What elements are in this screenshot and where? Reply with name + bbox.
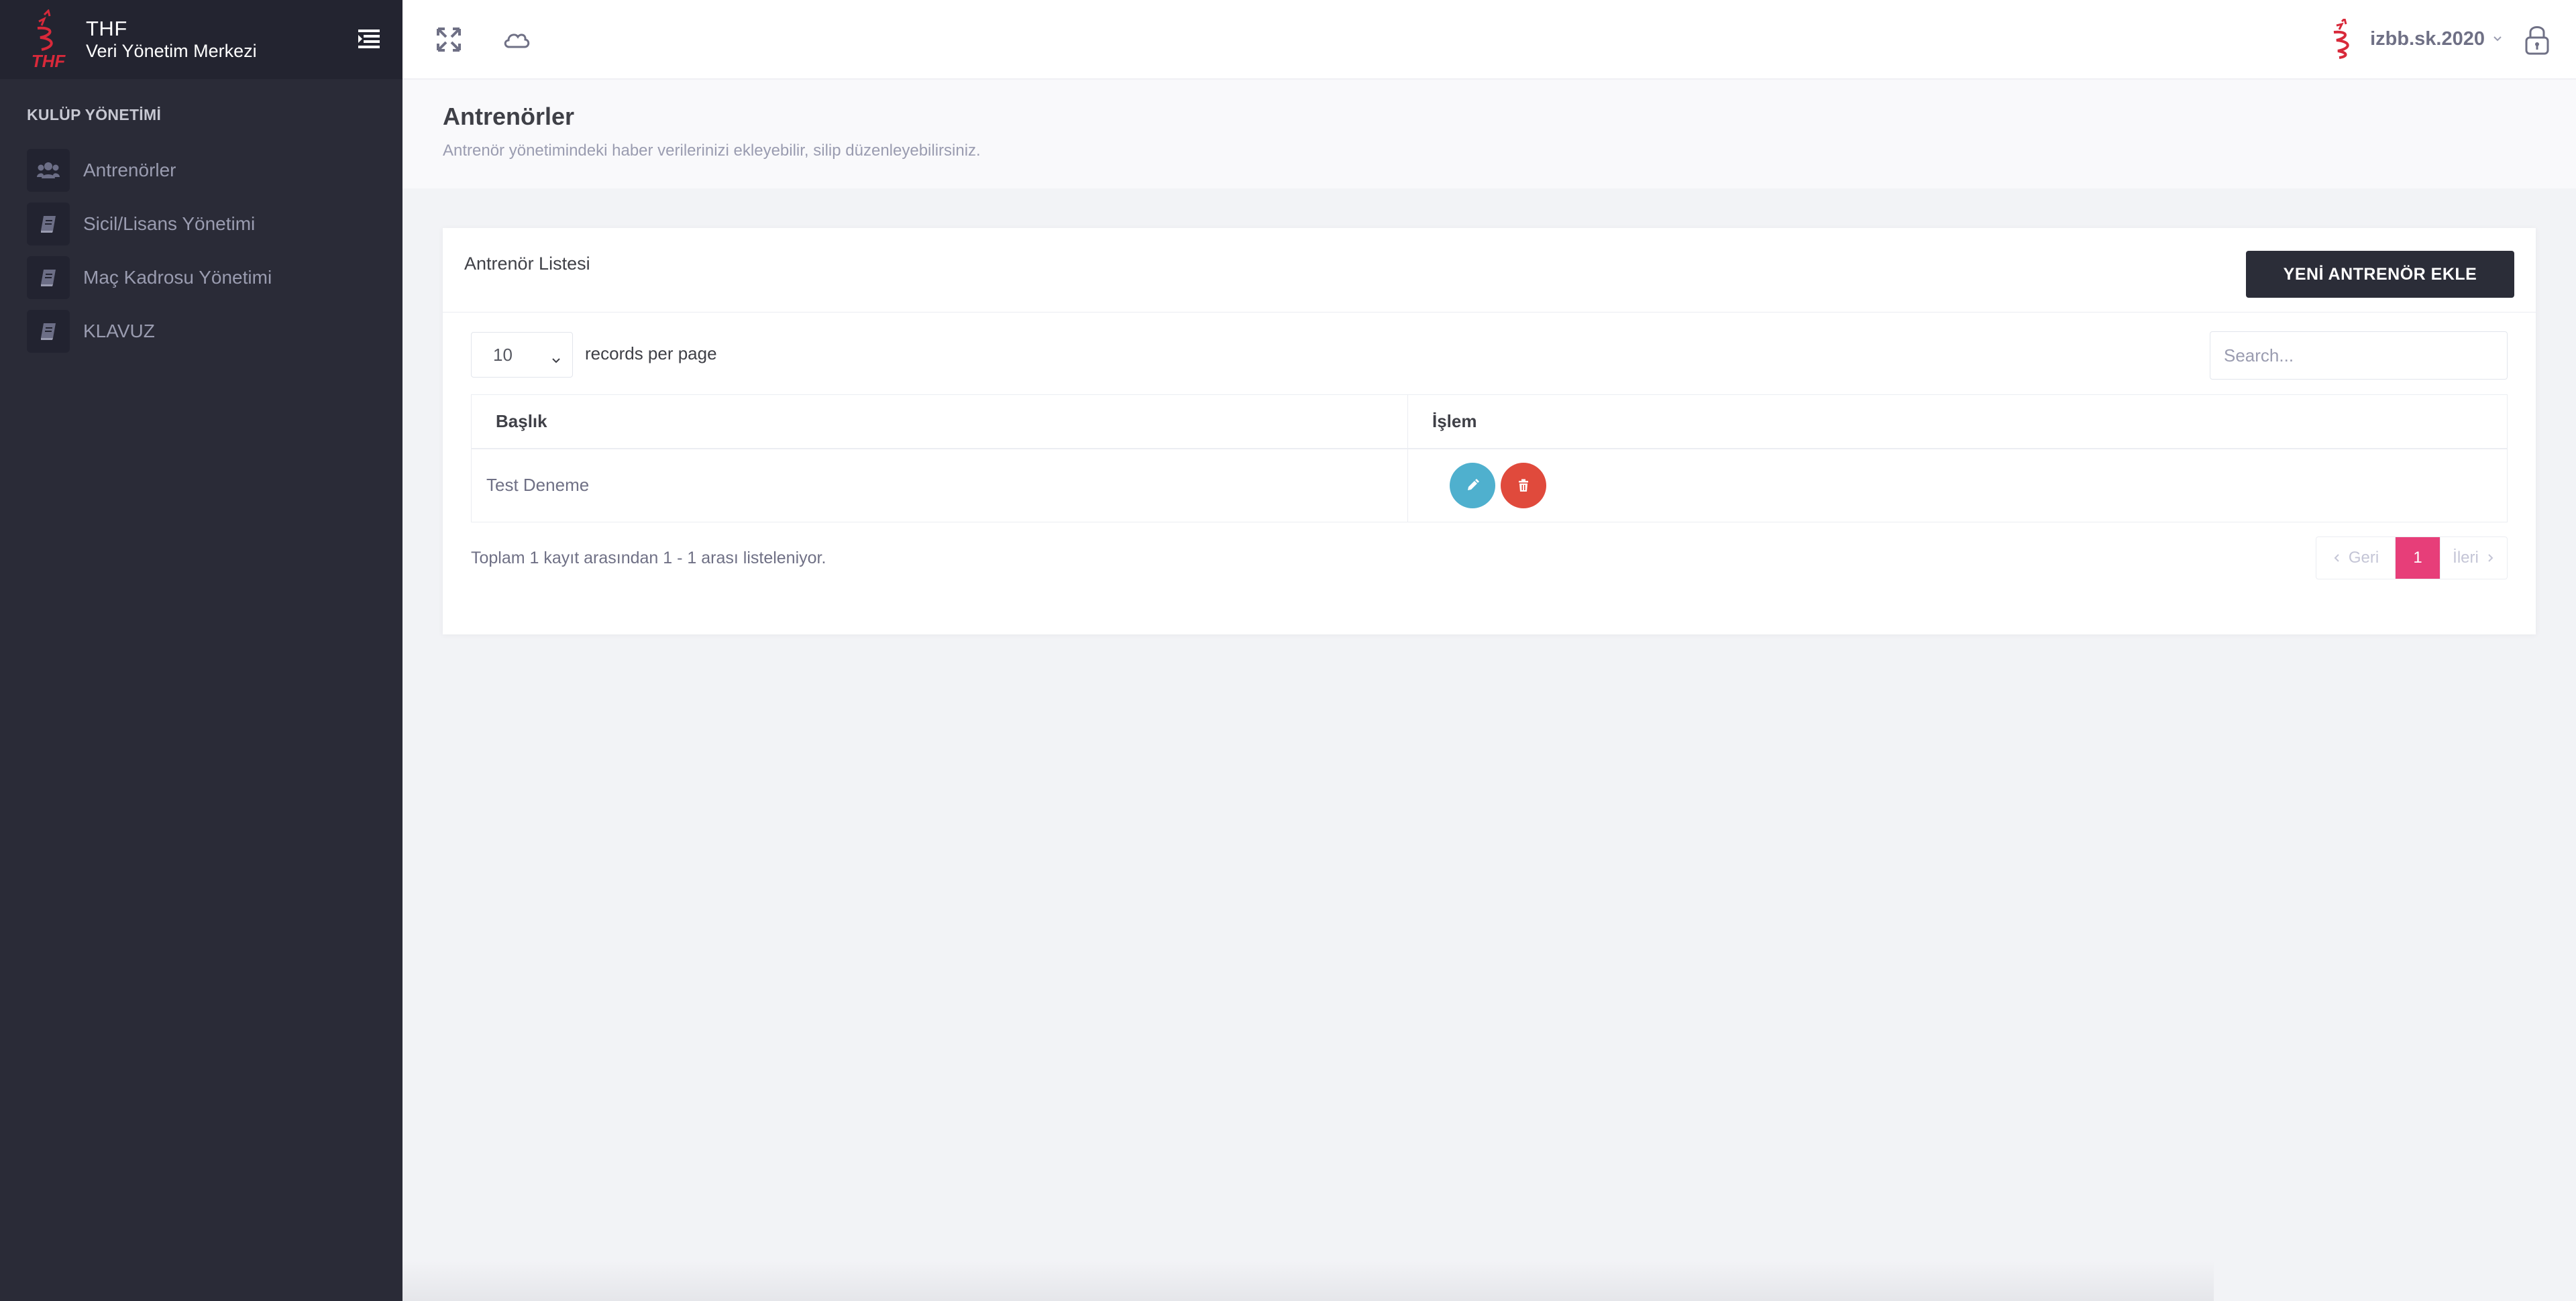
chevron-down-icon bbox=[551, 350, 561, 363]
user-avatar-logo bbox=[2324, 17, 2362, 59]
coach-list-portlet: Antrenör Listesi YENİ ANTRENÖR EKLE 10 r… bbox=[443, 228, 2536, 634]
page-subheader: Antrenörler Antrenör yönetimindeki haber… bbox=[402, 80, 2576, 188]
bottom-shadow bbox=[402, 1261, 2214, 1301]
coach-table: Başlık İşlem Test Deneme bbox=[471, 394, 2508, 522]
cloud-icon[interactable] bbox=[502, 27, 531, 52]
sidebar-item-label: Antrenörler bbox=[83, 160, 176, 180]
row-title: Test Deneme bbox=[471, 448, 1408, 522]
edit-button[interactable] bbox=[1450, 462, 1495, 508]
page-description: Antrenör yönetimindeki haber verileriniz… bbox=[443, 142, 981, 160]
chevron-down-icon bbox=[2491, 33, 2504, 45]
portlet-title: Antrenör Listesi bbox=[464, 253, 590, 274]
book-icon bbox=[27, 203, 70, 245]
sidebar-item-mac-kadrosu[interactable]: Maç Kadrosu Yönetimi bbox=[0, 251, 402, 304]
book-icon bbox=[27, 310, 70, 353]
pagination-page-1[interactable]: 1 bbox=[2396, 537, 2440, 579]
page-title: Antrenörler bbox=[443, 103, 575, 130]
pagination: Geri 1 İleri bbox=[2316, 536, 2508, 579]
page-length-value: 10 bbox=[493, 344, 513, 365]
trash-icon bbox=[1519, 479, 1528, 492]
chevron-left-icon bbox=[2334, 554, 2339, 562]
sidebar-item-label: Maç Kadrosu Yönetimi bbox=[83, 267, 272, 288]
brand-text: THF Veri Yönetim Merkezi bbox=[86, 17, 257, 62]
page-length-select[interactable]: 10 bbox=[471, 332, 573, 378]
add-coach-button[interactable]: YENİ ANTRENÖR EKLE bbox=[2246, 251, 2514, 298]
brand-header: THF THF Veri Yönetim Merkezi bbox=[0, 0, 402, 79]
brand-title: THF bbox=[86, 17, 127, 41]
book-icon bbox=[27, 256, 70, 299]
chevron-right-icon bbox=[2488, 554, 2493, 562]
users-icon bbox=[27, 149, 70, 192]
pagination-prev-label: Geri bbox=[2348, 549, 2379, 567]
brand-subtitle: Veri Yönetim Merkezi bbox=[86, 41, 257, 62]
pagination-next-label: İleri bbox=[2453, 549, 2479, 567]
page-length-label: records per page bbox=[585, 343, 717, 363]
sidebar-menu: Antrenörler Sicil/Lisans Yönetimi Maç Ka… bbox=[0, 144, 402, 358]
sidebar-item-klavuz[interactable]: KLAVUZ bbox=[0, 304, 402, 358]
fullscreen-icon[interactable] bbox=[436, 27, 462, 52]
sidebar-toggle-icon[interactable] bbox=[356, 25, 382, 52]
sidebar-item-sicil-lisans[interactable]: Sicil/Lisans Yönetimi bbox=[0, 197, 402, 251]
thf-logo[interactable]: THF bbox=[24, 9, 72, 71]
column-header-actions[interactable]: İşlem bbox=[1407, 394, 2508, 449]
pencil-icon bbox=[1468, 478, 1479, 490]
sidebar-item-label: KLAVUZ bbox=[83, 321, 155, 341]
username: izbb.sk.2020 bbox=[2370, 27, 2485, 50]
sidebar: THF THF Veri Yönetim Merkezi KULÜP YÖNET… bbox=[0, 0, 402, 1301]
row-actions bbox=[1407, 448, 2508, 522]
user-menu[interactable]: izbb.sk.2020 bbox=[2324, 17, 2504, 59]
section-title: KULÜP YÖNETİMİ bbox=[27, 106, 162, 123]
lock-icon[interactable] bbox=[2524, 24, 2551, 55]
pagination-next[interactable]: İleri bbox=[2440, 537, 2507, 579]
table-header-row: Başlık İşlem bbox=[471, 394, 2508, 449]
sidebar-item-label: Sicil/Lisans Yönetimi bbox=[83, 213, 256, 234]
delete-button[interactable] bbox=[1501, 462, 1546, 508]
top-header: izbb.sk.2020 bbox=[402, 0, 2576, 79]
column-header-title[interactable]: Başlık bbox=[471, 394, 1408, 449]
table-row: Test Deneme bbox=[471, 448, 2508, 522]
portlet-head: Antrenör Listesi YENİ ANTRENÖR EKLE bbox=[443, 228, 2536, 313]
sidebar-item-antrenorler[interactable]: Antrenörler bbox=[0, 144, 402, 197]
pagination-prev[interactable]: Geri bbox=[2316, 537, 2396, 579]
table-info: Toplam 1 kayıt arasından 1 - 1 arası lis… bbox=[471, 549, 826, 567]
logo-text: THF bbox=[32, 51, 66, 70]
search-input[interactable] bbox=[2210, 331, 2508, 380]
